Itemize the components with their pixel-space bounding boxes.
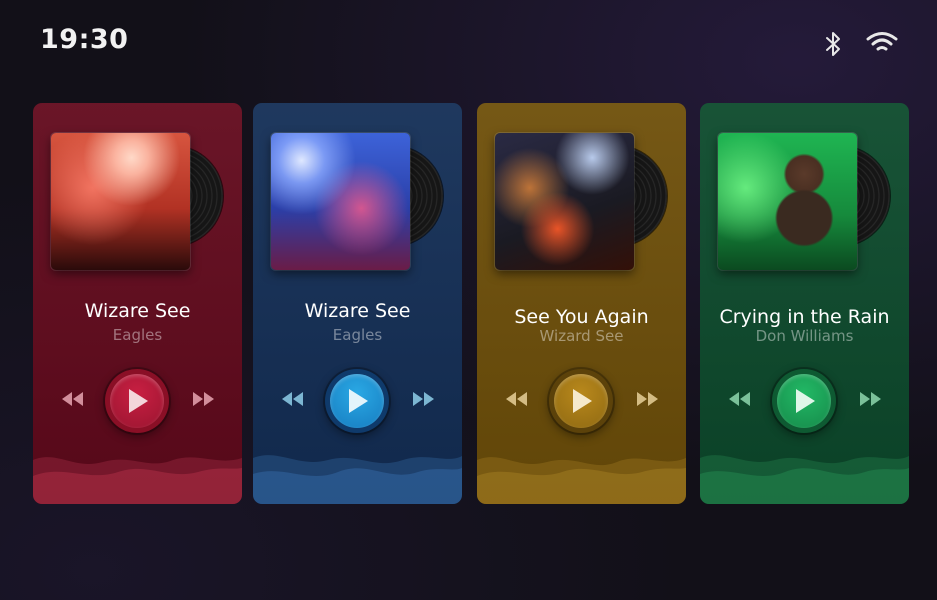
music-card-2[interactable]: Wizare See Eagles — [253, 103, 462, 504]
play-icon — [349, 389, 368, 413]
album-cover-portrait[interactable] — [718, 133, 857, 270]
fast-forward-icon[interactable] — [634, 390, 660, 408]
playback-controls — [477, 365, 686, 435]
track-artist: Eagles — [112, 326, 163, 344]
fast-forward-icon[interactable] — [410, 390, 436, 408]
sound-wave-decoration — [477, 457, 686, 504]
track-artist: Don Williams — [755, 327, 854, 345]
sound-wave-decoration — [253, 455, 462, 504]
album-cover-party[interactable] — [271, 133, 410, 270]
rewind-icon[interactable] — [727, 390, 753, 408]
playback-controls — [33, 365, 242, 435]
play-button[interactable] — [772, 369, 836, 433]
track-title: Wizare See — [304, 300, 411, 322]
play-icon — [573, 389, 592, 413]
album-cover-dj-mixer[interactable] — [495, 133, 634, 270]
wifi-icon[interactable] — [865, 30, 899, 56]
clock: 19:30 — [40, 24, 129, 55]
rewind-icon[interactable] — [280, 390, 306, 408]
music-card-1[interactable]: Wizare See Eagles — [33, 103, 242, 504]
rewind-icon[interactable] — [504, 390, 530, 408]
play-button[interactable] — [105, 369, 169, 433]
track-artist: Wizard See — [539, 327, 624, 345]
track-title: See You Again — [514, 306, 649, 328]
rewind-icon[interactable] — [60, 390, 86, 408]
music-card-3[interactable]: See You Again Wizard See — [477, 103, 686, 504]
play-button[interactable] — [549, 369, 613, 433]
play-button[interactable] — [325, 369, 389, 433]
play-icon — [796, 389, 815, 413]
play-icon — [129, 389, 148, 413]
music-card-4[interactable]: Crying in the Rain Don Williams — [700, 103, 909, 504]
album-cover-concert[interactable] — [51, 133, 190, 270]
status-bar: 19:30 — [0, 0, 937, 80]
fast-forward-icon[interactable] — [857, 390, 883, 408]
sound-wave-decoration — [700, 455, 909, 504]
playback-controls — [700, 365, 909, 435]
music-cards: Wizare See Eagles Wizare See Eagles See … — [33, 103, 909, 504]
track-title: Crying in the Rain — [719, 306, 890, 328]
track-artist: Eagles — [332, 326, 383, 344]
playback-controls — [253, 365, 462, 435]
bluetooth-icon[interactable] — [821, 30, 845, 58]
track-title: Wizare See — [84, 300, 191, 322]
sound-wave-decoration — [33, 457, 242, 504]
fast-forward-icon[interactable] — [190, 390, 216, 408]
